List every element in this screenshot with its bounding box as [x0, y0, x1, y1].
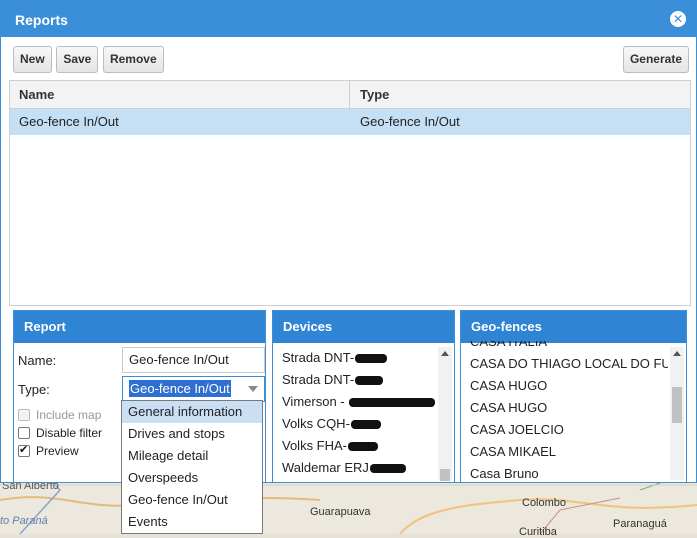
checkbox-checked-icon[interactable]	[18, 443, 30, 457]
dropdown-option[interactable]: General information	[122, 401, 262, 423]
map-label-river: to Paraná	[0, 515, 48, 527]
map-label-city: Colombo	[522, 497, 567, 509]
devices-scrollbar[interactable]	[438, 347, 452, 481]
scroll-up-icon[interactable]	[673, 351, 681, 356]
redaction-mark	[348, 442, 379, 452]
include-map-checkbox[interactable]: Include map	[18, 408, 101, 422]
include-map-label: Include map	[36, 408, 102, 422]
dropdown-option[interactable]: Events	[122, 511, 262, 533]
type-select[interactable]: Geo-fence In/Out	[122, 376, 265, 402]
redaction-mark	[369, 464, 406, 474]
list-item[interactable]: CASA ITALIA	[464, 341, 668, 353]
devices-panel: Devices Strada DNT- Strada DNT- Vimerson…	[272, 310, 455, 483]
new-button[interactable]: New	[13, 46, 52, 73]
type-select-value: Geo-fence In/Out	[129, 380, 231, 397]
disable-filter-label: Disable filter	[36, 426, 103, 440]
redaction-mark	[349, 398, 436, 408]
list-item[interactable]: Volks FHA-	[276, 435, 436, 457]
list-item[interactable]: CASA HUGO	[464, 397, 668, 419]
geofences-panel: Geo-fences CASA ITALIA CASA DO THIAGO LO…	[460, 310, 687, 483]
geofences-scrollbar[interactable]	[670, 347, 684, 480]
dropdown-option[interactable]: Mileage detail	[122, 445, 262, 467]
list-item[interactable]: CASA MIKAEL	[464, 441, 668, 463]
checkbox-icon[interactable]	[18, 427, 30, 439]
reports-table: Name Type Geo-fence In/Out Geo-fence In/…	[9, 80, 691, 306]
map-label-city: Guarapuava	[310, 506, 371, 518]
map-label-city: Paranaguá	[613, 518, 667, 530]
list-item[interactable]: Volks CQH-	[276, 413, 436, 435]
devices-list: Strada DNT- Strada DNT- Vimerson - Volks…	[276, 347, 436, 480]
scroll-thumb[interactable]	[672, 387, 682, 423]
geofences-list: CASA ITALIA CASA DO THIAGO LOCAL DO FUNC…	[464, 341, 668, 480]
dialog-titlebar[interactable]: Reports ✕	[1, 1, 696, 37]
dropdown-option[interactable]: Drives and stops	[122, 423, 262, 445]
type-dropdown-list: General information Drives and stops Mil…	[121, 400, 263, 534]
scroll-up-icon[interactable]	[441, 351, 449, 356]
name-label: Name:	[18, 353, 57, 368]
report-panel-header: Report	[14, 311, 265, 343]
map-label-city: Curitiba	[519, 526, 557, 538]
table-header: Name Type	[10, 81, 690, 109]
geofences-panel-header: Geo-fences	[461, 311, 686, 343]
generate-button[interactable]: Generate	[622, 46, 689, 73]
list-item[interactable]: Strada DNT-	[276, 347, 436, 369]
remove-button[interactable]: Remove	[102, 46, 164, 73]
checkbox-icon[interactable]	[18, 409, 30, 421]
cell-type: Geo-fence In/Out	[360, 114, 460, 129]
list-item[interactable]: Strada DNT-	[276, 369, 436, 391]
scroll-thumb[interactable]	[440, 469, 450, 481]
preview-checkbox[interactable]: Preview	[18, 443, 79, 458]
dropdown-option[interactable]: Geo-fence In/Out	[122, 489, 262, 511]
list-item[interactable]: Casa Bruno	[464, 463, 668, 480]
chevron-down-icon[interactable]	[248, 386, 258, 392]
list-item[interactable]: CASA JOELCIO	[464, 419, 668, 441]
toolbar: New Save Remove	[13, 46, 165, 73]
list-item[interactable]: CASA DO THIAGO LOCAL DO FUNCIONARIO	[464, 353, 668, 375]
redaction-mark	[355, 376, 384, 386]
dropdown-option[interactable]: Overspeeds	[122, 467, 262, 489]
reports-dialog: Reports ✕ New Save Remove Generate Name …	[0, 0, 697, 483]
list-item[interactable]: CASA HUGO	[464, 375, 668, 397]
list-item[interactable]: Waldemar ERJ	[276, 457, 436, 479]
list-item[interactable]: Vimerson -	[276, 391, 436, 413]
column-header-name[interactable]: Name	[10, 81, 350, 109]
cell-name: Geo-fence In/Out	[19, 114, 119, 129]
dialog-title: Reports	[15, 12, 68, 28]
name-input[interactable]: Geo-fence In/Out	[122, 347, 265, 373]
table-row[interactable]: Geo-fence In/Out Geo-fence In/Out	[10, 109, 690, 135]
devices-panel-header: Devices	[273, 311, 454, 343]
type-label: Type:	[18, 382, 50, 397]
redaction-mark	[350, 420, 381, 430]
close-icon[interactable]: ✕	[670, 11, 686, 27]
redaction-mark	[355, 354, 388, 364]
preview-label: Preview	[36, 444, 79, 458]
disable-filter-checkbox[interactable]: Disable filter	[18, 426, 102, 440]
save-button[interactable]: Save	[56, 46, 99, 73]
column-header-type[interactable]: Type	[350, 81, 389, 109]
